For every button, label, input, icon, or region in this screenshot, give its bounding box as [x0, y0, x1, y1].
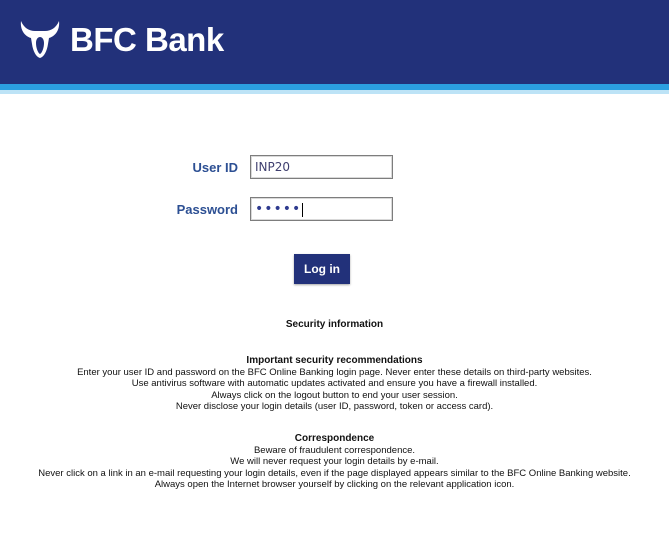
correspondence-section: Correspondence Beware of fraudulent corr…	[0, 433, 669, 491]
password-label: Password	[176, 201, 238, 217]
recommendations-title: Important security recommendations	[246, 355, 423, 366]
correspondence-line: Always open the Internet browser yoursel…	[154, 479, 515, 490]
recommendation-line: Never disclose your login details (user …	[175, 401, 494, 412]
recommendation-line: Enter your user ID and password on the B…	[77, 366, 592, 378]
recommendation-line: Use antivirus software with automatic up…	[131, 378, 538, 389]
password-input[interactable]: •••••	[250, 197, 393, 221]
login-button[interactable]: Log in	[294, 254, 350, 284]
brand-logo[interactable]: BFC Bank	[18, 16, 224, 62]
user-id-value: INP20	[255, 160, 291, 174]
site-header: BFC Bank	[0, 0, 669, 84]
correspondence-line: Never click on a link in an e-mail reque…	[38, 467, 631, 479]
brand-name: BFC Bank	[70, 20, 224, 58]
text-caret	[302, 202, 304, 217]
correspondence-line: We will never request your login details…	[230, 456, 439, 467]
user-id-label: User ID	[192, 159, 238, 175]
user-id-input[interactable]: INP20	[250, 155, 393, 179]
correspondence-title: Correspondence	[294, 433, 375, 444]
security-recommendations: Important security recommendations Enter…	[0, 355, 669, 413]
security-info-title: Security information	[285, 319, 384, 330]
password-row: Password •••••	[0, 197, 669, 221]
recommendation-line: Always click on the logout button to end…	[211, 389, 458, 401]
user-id-row: User ID INP20	[0, 155, 669, 179]
header-stripe-light	[0, 90, 669, 94]
password-value: •••••	[255, 201, 302, 217]
bull-head-icon	[20, 21, 60, 58]
correspondence-line: Beware of fraudulent correspondence.	[253, 444, 416, 456]
